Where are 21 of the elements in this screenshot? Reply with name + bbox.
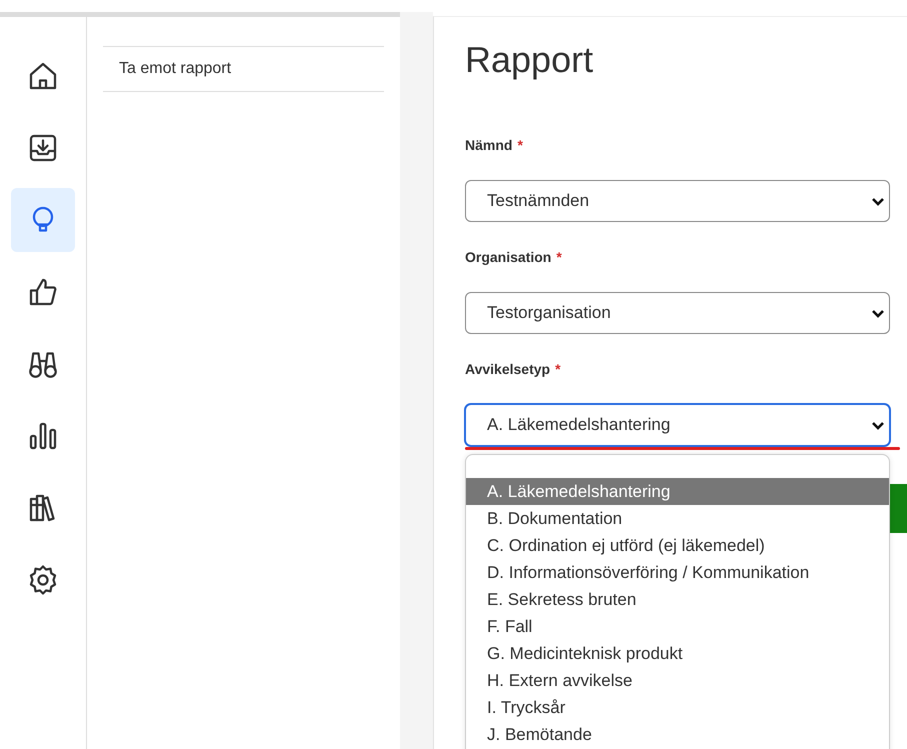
required-mark: *	[517, 137, 523, 153]
field-label: Avvikelsetyp	[465, 361, 550, 377]
page-title: Rapport	[465, 39, 594, 81]
dropdown-option[interactable]: F. Fall	[466, 613, 889, 640]
dropdown-option[interactable]: D. Informationsöverföring / Kommunikation	[466, 559, 889, 586]
dropdown-option[interactable]: A. Läkemedelshantering	[466, 478, 889, 505]
dropdown-option[interactable]: H. Extern avvikelse	[466, 667, 889, 694]
dropdown-option[interactable]: I. Trycksår	[466, 694, 889, 721]
dropdown-option[interactable]: E. Sekretess bruten	[466, 586, 889, 613]
required-mark: *	[556, 249, 562, 265]
dropdown-option[interactable]: B. Dokumentation	[466, 505, 889, 532]
dropdown-option[interactable]: G. Medicinteknisk produkt	[466, 640, 889, 667]
select-field[interactable]: Testorganisation	[465, 292, 890, 334]
field-label: Nämnd	[465, 137, 512, 153]
dropdown-option[interactable]: C. Ordination ej utförd (ej läkemedel)	[466, 532, 889, 559]
select-field[interactable]: A. Läkemedelshantering	[465, 404, 890, 446]
required-mark: *	[555, 361, 561, 377]
subnav-item[interactable]: Ta emot rapport	[103, 46, 384, 92]
field-label: Organisation	[465, 249, 552, 265]
select-field[interactable]: Testnämnden	[465, 180, 890, 222]
dropdown-option[interactable]: J. Bemötande	[466, 721, 889, 748]
